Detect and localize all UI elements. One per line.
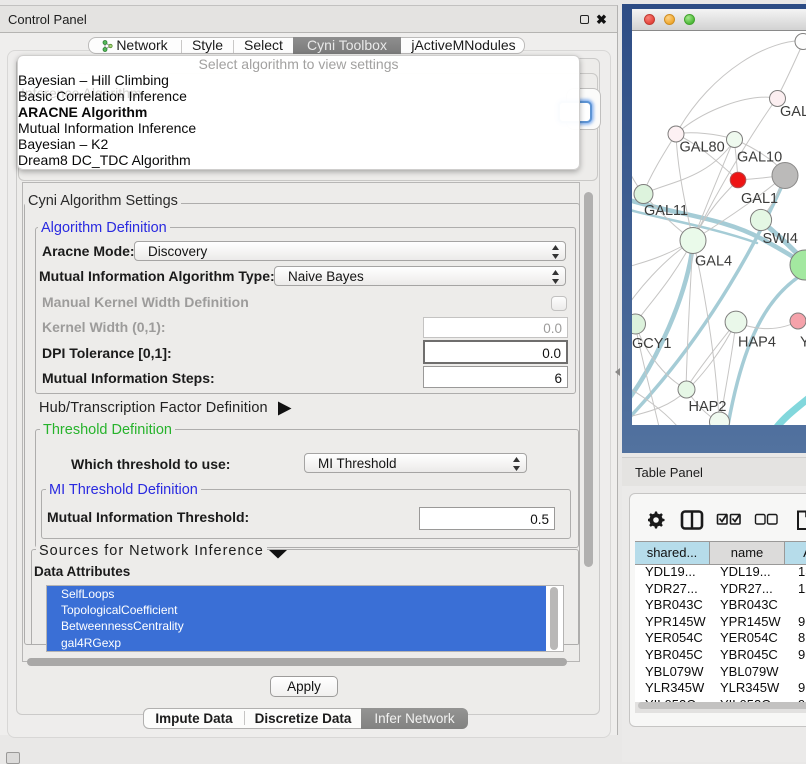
svg-text:GAL7: GAL7 <box>780 104 806 120</box>
svg-text:GAL80: GAL80 <box>680 140 725 156</box>
svg-text:GCY1: GCY1 <box>632 336 672 352</box>
svg-text:GAL1: GAL1 <box>741 191 778 207</box>
svg-text:GAL4: GAL4 <box>695 254 732 270</box>
svg-text:GAL11: GAL11 <box>644 203 688 219</box>
svg-text:Y: Y <box>800 335 806 351</box>
svg-text:GAL10: GAL10 <box>737 150 782 166</box>
svg-text:SWI4: SWI4 <box>763 231 798 247</box>
svg-text:HAP2: HAP2 <box>689 399 727 415</box>
svg-text:HAP4: HAP4 <box>738 335 776 351</box>
